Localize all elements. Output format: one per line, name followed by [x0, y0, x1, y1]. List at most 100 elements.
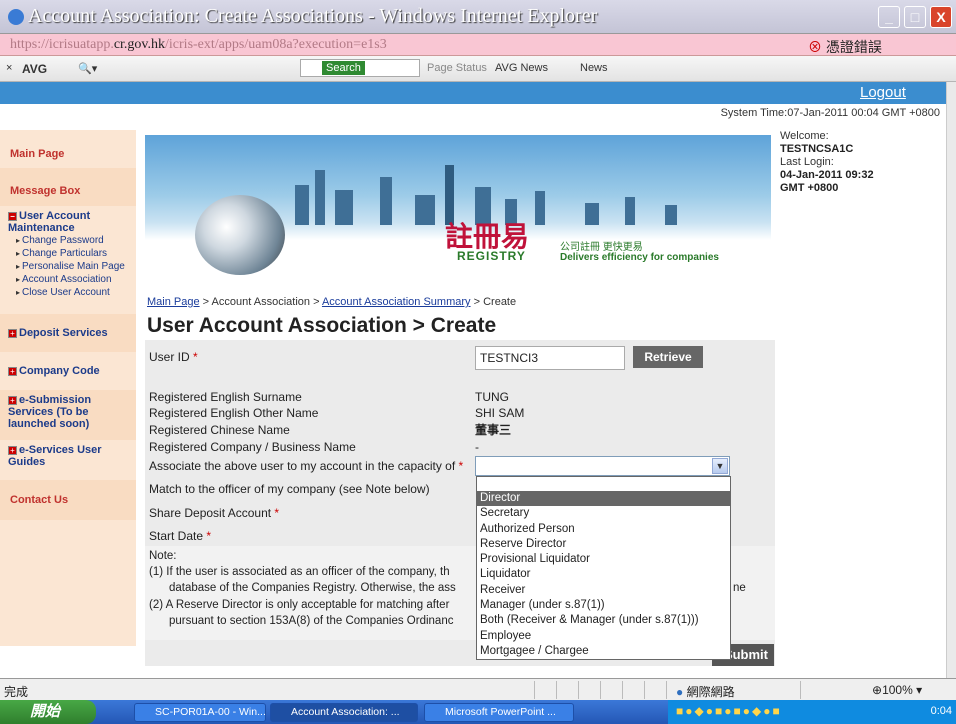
logout-link[interactable]: Logout [860, 84, 906, 101]
task-account-association[interactable]: Account Association: ... [270, 703, 418, 722]
status-text: 完成 [4, 685, 29, 699]
zoom-icon: ⊕ [872, 683, 883, 697]
minimize-button[interactable]: _ [878, 6, 900, 28]
breadcrumb: Main Page > Account Association > Accoun… [147, 296, 517, 308]
e-globe-logo [195, 195, 285, 275]
sidebar-item-change-password[interactable]: Change Password [8, 234, 128, 247]
user-id-input[interactable]: TESTNCI3 [475, 346, 625, 370]
last-login-tz: GMT +0800 [780, 182, 839, 194]
breadcrumb-summary[interactable]: Account Association Summary [322, 296, 471, 308]
company-name-value: - [475, 440, 479, 454]
chevron-down-icon[interactable]: ▼ [712, 458, 728, 474]
surname-value: TUNG [475, 390, 509, 404]
page-status[interactable]: Page Status [427, 62, 487, 74]
window-title: Account Association: Create Associations… [8, 5, 597, 28]
registry-banner: 註冊易 REGISTRY 公司註冊 更快更易 Delivers efficien… [145, 135, 771, 285]
other-name-label: Registered English Other Name [149, 406, 319, 420]
sidebar-section-user-account: −User Account Maintenance Change Passwor… [0, 206, 136, 314]
sidebar-item-change-particulars[interactable]: Change Particulars [8, 247, 128, 260]
vertical-scrollbar[interactable] [946, 82, 956, 678]
taskbar: 開始 SC-POR01A-00 - Win... Account Associa… [0, 700, 956, 724]
note-1-line-1: (1) If the user is associated as an offi… [149, 566, 450, 578]
sidebar-item-eservices-guides[interactable]: + e-Services User Guides [0, 440, 136, 480]
avg-news-button[interactable]: AVG News [495, 62, 548, 74]
tagline-en: Delivers efficiency for companies [560, 252, 719, 263]
sidebar-item-company-code[interactable]: + Company Code [0, 352, 136, 390]
sidebar-item-user-account-maintenance[interactable]: − User Account Maintenance [8, 210, 128, 234]
user-id-label: User ID * [149, 350, 198, 364]
start-button[interactable]: 開始 [0, 700, 96, 724]
capacity-dropdown-list[interactable]: Director Secretary Authorized Person Res… [476, 476, 731, 660]
start-date-label: Start Date * [149, 529, 212, 543]
expand-icon: + [8, 328, 17, 338]
tray-icons[interactable]: ■●◆●■●■●◆●■ [676, 704, 782, 718]
header-strip: Logout [0, 82, 946, 104]
chinese-name-value: 董事三 [475, 423, 512, 437]
option-liquidator[interactable]: Liquidator [477, 567, 730, 582]
share-deposit-label: Share Deposit Account * [149, 506, 280, 520]
breadcrumb-account-association: Account Association [211, 296, 310, 308]
option-mortgagee-chargee[interactable]: Mortgagee / Chargee [477, 644, 730, 659]
globe-icon: ● [676, 685, 684, 699]
search-icon[interactable]: 🔍▾ [78, 62, 97, 75]
option-both-receiver-manager[interactable]: Both (Receiver & Manager (under s.87(1))… [477, 613, 730, 628]
system-time: System Time:07-Jan-2011 00:04 GMT +0800 [720, 107, 940, 119]
address-bar[interactable]: https://icrisuatapp.cr.gov.hk/icris-ext/… [0, 34, 956, 56]
news-button[interactable]: News [580, 62, 608, 74]
tagline-cn: 公司註冊 更快更易 [560, 242, 643, 253]
maximize-button[interactable]: □ [904, 6, 926, 28]
option-director[interactable]: Director [477, 491, 730, 507]
expand-icon: + [8, 445, 17, 455]
clock: 0:04 [930, 705, 952, 717]
sidebar-item-message-box[interactable]: Message Box [0, 168, 136, 206]
sidebar-item-close-user-account[interactable]: Close User Account [8, 286, 128, 299]
security-zone: ● 網際網路 [676, 685, 735, 699]
surname-label: Registered English Surname [149, 390, 302, 404]
match-officer-label: Match to the officer of my company (see … [149, 482, 430, 496]
sidebar-filler [0, 520, 136, 646]
dropdown-blank-option[interactable] [477, 477, 730, 491]
task-powerpoint[interactable]: Microsoft PowerPoint ... [424, 703, 574, 722]
task-sc-por01a[interactable]: SC-POR01A-00 - Win... [134, 703, 266, 722]
search-button[interactable]: Search [322, 61, 365, 75]
company-name-label: Registered Company / Business Name [149, 440, 356, 454]
close-toolbar-icon[interactable]: × [6, 62, 12, 74]
sidebar-item-contact-us[interactable]: Contact Us [0, 480, 136, 520]
capacity-label: Associate the above user to my account i… [149, 459, 464, 473]
zoom-control[interactable]: ⊕100% ▾ [872, 683, 922, 697]
option-secretary[interactable]: Secretary [477, 506, 730, 521]
registry-logo-en: REGISTRY [457, 249, 526, 263]
breadcrumb-main-page[interactable]: Main Page [147, 296, 200, 308]
retrieve-button[interactable]: Retrieve [633, 346, 703, 368]
sidebar-item-personalise-main-page[interactable]: Personalise Main Page [8, 260, 128, 273]
collapse-icon: − [8, 211, 17, 221]
ie-icon [8, 9, 24, 26]
notes-heading: Note: [149, 550, 177, 562]
sidebar-item-esubmission[interactable]: + e-Submission Services (To be launched s… [0, 390, 136, 440]
other-name-value: SHI SAM [475, 406, 525, 420]
chinese-name-label: Registered Chinese Name [149, 423, 290, 437]
avg-menu[interactable]: AVG [22, 62, 47, 76]
option-receiver[interactable]: Receiver [477, 583, 730, 598]
system-tray: ■●◆●■●■●◆●■ 0:04 [668, 700, 956, 724]
url-text[interactable]: https://icrisuatapp.cr.gov.hk/icris-ext/… [10, 37, 387, 53]
last-login-label: Last Login: [780, 156, 834, 168]
page-title: User Account Association > Create [147, 314, 497, 337]
avg-toolbar: × AVG 🔍▾ Search Page Status AVG News New… [0, 56, 956, 82]
sidebar-item-deposit-services[interactable]: + Deposit Services [0, 314, 136, 352]
sidebar-item-main-page[interactable]: Main Page [0, 130, 136, 168]
expand-icon: + [8, 395, 17, 405]
sidebar-item-account-association[interactable]: Account Association [8, 273, 128, 286]
note-1-line-2: database of the Companies Registry. Othe… [169, 582, 456, 594]
option-employee[interactable]: Employee [477, 629, 730, 644]
note-2-line-2: pursuant to section 153A(8) of the Compa… [169, 615, 454, 627]
sidebar: Main Page Message Box − User Account Main… [0, 130, 136, 646]
option-provisional-liquidator[interactable]: Provisional Liquidator [477, 552, 730, 567]
capacity-select[interactable]: ▼ [475, 456, 730, 476]
close-button[interactable]: X [930, 6, 952, 28]
option-authorized-person[interactable]: Authorized Person [477, 522, 730, 537]
option-manager[interactable]: Manager (under s.87(1)) [477, 598, 730, 613]
note-2-line-1: (2) A Reserve Director is only acceptabl… [149, 599, 450, 611]
option-reserve-director[interactable]: Reserve Director [477, 537, 730, 552]
cert-error-button[interactable]: ⊗ 憑證錯誤 [808, 37, 882, 57]
